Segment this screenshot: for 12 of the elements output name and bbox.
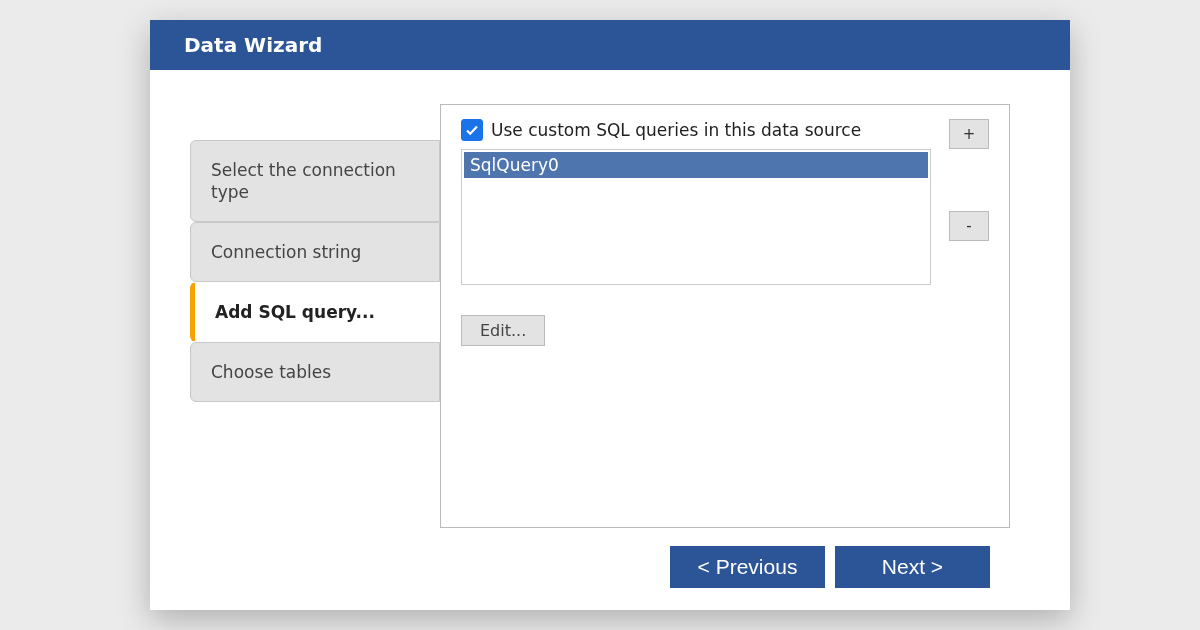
query-list-item[interactable]: SqlQuery0 [464, 152, 928, 178]
checkbox-icon[interactable] [461, 119, 483, 141]
nav-button[interactable]: Next > [835, 546, 990, 588]
edit-button[interactable]: Edit... [461, 315, 546, 346]
custom-sql-checkbox[interactable]: Use custom SQL queries in this data source [461, 119, 931, 141]
wizard-step-tab[interactable]: Choose tables [190, 342, 440, 403]
list-button[interactable]: - [949, 211, 989, 241]
list-button[interactable]: + [949, 119, 989, 149]
wizard-step-tab[interactable]: Connection string [190, 222, 440, 283]
window-title: Data Wizard [184, 33, 323, 57]
nav-button[interactable]: < Previous [670, 546, 825, 588]
wizard-step-tab[interactable]: Select the connection type [190, 140, 440, 223]
